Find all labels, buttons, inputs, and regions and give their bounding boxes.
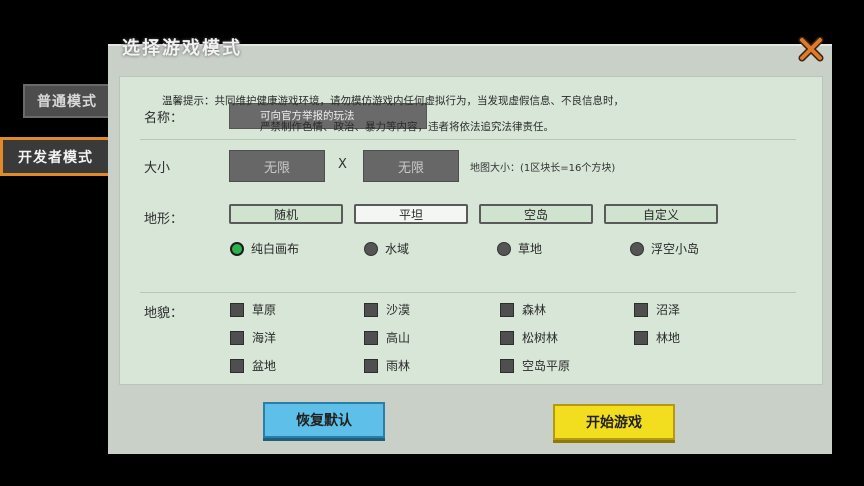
select-game-mode-dialog: 选择游戏模式 名称： 可向官方举报的玩法 温馨提示：共同维护健康游戏环境，请勿模… (108, 36, 832, 454)
tab-normal-mode[interactable]: 普通模式 (23, 84, 109, 118)
notice-line-2: 严禁制作色情、政治、暴力等内容，违者将依法追究法律责任。 (260, 121, 554, 133)
checkbox-box (230, 358, 244, 373)
checkbox-label: 沙漠 (386, 303, 411, 317)
divider (140, 139, 796, 140)
checkbox-woodland[interactable]: 林地 (634, 329, 680, 346)
divider (140, 292, 796, 293)
radio-floating-island[interactable]: 浮空小岛 (630, 240, 699, 257)
radio-blank-canvas[interactable]: 纯白画布 (230, 240, 299, 257)
checkbox-label: 雨林 (386, 359, 411, 373)
checkbox-desert[interactable]: 沙漠 (364, 301, 410, 318)
terrain-random-button[interactable]: 随机 (229, 204, 343, 224)
checkbox-sky-island-plain[interactable]: 空岛平原 (500, 357, 570, 374)
checkbox-label: 盆地 (252, 359, 277, 373)
checkbox-box (634, 302, 648, 317)
checkbox-label: 森林 (522, 303, 547, 317)
checkbox-box (230, 330, 244, 345)
terrain-flat-button[interactable]: 平坦 (354, 204, 468, 224)
reset-defaults-button[interactable]: 恢复默认 (263, 402, 385, 438)
radio-dot (497, 241, 511, 256)
checkbox-box (364, 358, 378, 373)
checkbox-ocean[interactable]: 海洋 (230, 329, 276, 346)
checkbox-label: 高山 (386, 331, 411, 345)
checkbox-label: 空岛平原 (522, 359, 571, 373)
radio-grassland[interactable]: 草地 (497, 240, 542, 257)
checkbox-box (500, 302, 514, 317)
checkbox-box (634, 330, 648, 345)
checkbox-box (500, 330, 514, 345)
checkbox-box (364, 302, 378, 317)
start-game-button[interactable]: 开始游戏 (553, 404, 675, 440)
radio-label: 水域 (385, 242, 410, 256)
radio-dot (630, 241, 644, 256)
settings-panel: 名称： 可向官方举报的玩法 温馨提示：共同维护健康游戏环境，请勿模仿游戏内任何虚… (119, 76, 823, 385)
landform-label: 地貌： (144, 306, 184, 321)
size-width-input[interactable]: 无限 (229, 150, 325, 182)
notice-line-1: 温馨提示：共同维护健康游戏环境，请勿模仿游戏内任何虚拟行为，当发现虚假信息、不良… (162, 95, 624, 107)
checkbox-rainforest[interactable]: 雨林 (364, 357, 410, 374)
terrain-custom-button[interactable]: 自定义 (604, 204, 718, 224)
checkbox-box (500, 358, 514, 373)
checkbox-label: 沼泽 (656, 303, 681, 317)
dialog-title: 选择游戏模式 (122, 38, 242, 59)
radio-label: 浮空小岛 (651, 242, 700, 256)
checkbox-forest[interactable]: 森林 (500, 301, 546, 318)
checkbox-mountain[interactable]: 高山 (364, 329, 410, 346)
radio-water[interactable]: 水域 (364, 240, 409, 257)
game-screen: 普通模式 开发者模式 选择游戏模式 名称： 可向官方举报的玩法 温馨提示：共同维… (0, 0, 864, 486)
checkbox-label: 松树林 (522, 331, 559, 345)
checkbox-swamp[interactable]: 沼泽 (634, 301, 680, 318)
checkbox-basin[interactable]: 盆地 (230, 357, 276, 374)
radio-dot (364, 241, 378, 256)
checkbox-label: 草原 (252, 303, 277, 317)
close-icon[interactable] (798, 36, 824, 62)
checkbox-pine-forest[interactable]: 松树林 (500, 329, 558, 346)
map-size-info: 地图大小：(1区块长=16个方块) (470, 163, 616, 174)
size-height-input[interactable]: 无限 (363, 150, 459, 182)
terrain-sky-island-button[interactable]: 空岛 (479, 204, 593, 224)
tab-developer-mode[interactable]: 开发者模式 (0, 137, 108, 176)
radio-dot-selected (230, 241, 244, 256)
size-label: 大小 (144, 161, 171, 176)
checkbox-label: 海洋 (252, 331, 277, 345)
checkbox-label: 林地 (656, 331, 681, 345)
radio-label: 草地 (518, 242, 543, 256)
checkbox-box (364, 330, 378, 345)
checkbox-box (230, 302, 244, 317)
terrain-label: 地形： (144, 212, 184, 227)
radio-label: 纯白画布 (251, 242, 300, 256)
checkbox-grassland[interactable]: 草原 (230, 301, 276, 318)
size-separator: X (338, 157, 347, 172)
health-notice: 温馨提示：共同维护健康游戏环境，请勿模仿游戏内任何虚拟行为，当发现虚假信息、不良… (162, 95, 722, 134)
